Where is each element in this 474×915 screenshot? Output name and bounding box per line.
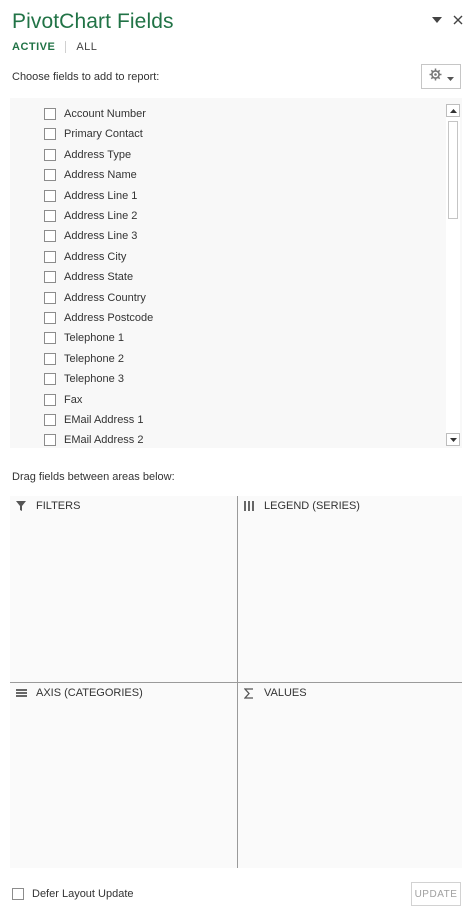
axis-area[interactable]: AXIS (CATEGORIES)	[10, 683, 237, 868]
pane-title: PivotChart Fields	[12, 10, 174, 33]
field-label: EMail Address 1	[64, 414, 144, 426]
field-checkbox[interactable]	[44, 352, 56, 365]
field-checkbox[interactable]	[44, 393, 56, 406]
scrollbar-thumb[interactable]	[448, 121, 458, 219]
field-item-address-line-2[interactable]: Address Line 2	[44, 207, 137, 225]
pivotchart-fields-pane: PivotChart Fields ACTIVE ALL Choose fiel…	[0, 0, 474, 915]
field-item-fax[interactable]: Fax	[44, 391, 82, 409]
filter-icon	[16, 501, 30, 511]
field-item-address-type[interactable]: Address Type	[44, 146, 131, 164]
defer-layout-checkbox[interactable]	[12, 888, 24, 900]
tab-all[interactable]: ALL	[65, 41, 97, 53]
scroll-up-button[interactable]	[446, 104, 460, 117]
values-area[interactable]: VALUES	[238, 683, 462, 868]
field-label: Address State	[64, 271, 134, 284]
field-item-address-postcode[interactable]: Address Postcode	[44, 309, 153, 327]
field-checkbox[interactable]	[44, 169, 56, 182]
field-label: Account Number	[64, 108, 146, 120]
field-item-address-state[interactable]: Address State	[44, 268, 133, 286]
field-item-email-address-1[interactable]: EMail Address 1	[44, 411, 143, 429]
field-checkbox[interactable]	[44, 373, 56, 386]
field-label: Address Line 3	[64, 230, 138, 243]
tab-bar: ACTIVE ALL	[12, 41, 97, 53]
defer-layout-label: Defer Layout Update	[32, 888, 134, 900]
axis-area-header: AXIS (CATEGORIES)	[16, 687, 143, 699]
field-list-scrollbar[interactable]	[446, 104, 460, 446]
field-item-telephone-2[interactable]: Telephone 2	[44, 350, 124, 368]
field-item-address-line-1[interactable]: Address Line 1	[44, 187, 137, 205]
field-checkbox[interactable]	[44, 434, 56, 447]
legend-area-label: LEGEND (SERIES)	[264, 500, 360, 512]
field-checkbox[interactable]	[44, 271, 56, 284]
field-checkbox[interactable]	[44, 210, 56, 222]
scroll-down-button[interactable]	[446, 433, 460, 446]
field-checkbox[interactable]	[44, 189, 56, 202]
tab-active[interactable]: ACTIVE	[12, 41, 55, 53]
rows-icon	[16, 689, 30, 697]
field-item-primary-contact[interactable]: Primary Contact	[44, 125, 143, 143]
header-controls	[432, 14, 464, 26]
field-item-telephone-3[interactable]: Telephone 3	[44, 370, 124, 388]
field-checkbox[interactable]	[44, 332, 56, 345]
choose-fields-label: Choose fields to add to report:	[12, 71, 160, 83]
sigma-icon	[244, 687, 258, 699]
close-icon[interactable]	[452, 14, 464, 26]
field-item-address-name[interactable]: Address Name	[44, 166, 137, 184]
field-item-address-country[interactable]: Address Country	[44, 289, 146, 307]
scrollbar-track[interactable]	[448, 119, 458, 431]
field-label: Address Postcode	[64, 312, 154, 324]
area-divider-horizontal	[10, 682, 462, 683]
field-label: Address Line 2	[64, 210, 138, 222]
columns-icon	[244, 501, 258, 511]
field-label: Address Type	[64, 148, 132, 161]
field-item-account-number[interactable]: Account Number	[44, 105, 146, 123]
field-label: Address Line 1	[64, 189, 138, 202]
field-label: Telephone 2	[64, 352, 124, 365]
legend-area-header: LEGEND (SERIES)	[244, 500, 360, 512]
field-label: Address City	[64, 250, 127, 263]
filters-area[interactable]: FILTERS	[10, 496, 237, 682]
field-checkbox[interactable]	[44, 108, 56, 120]
tools-button[interactable]	[421, 64, 461, 89]
field-label: EMail Address 2	[64, 434, 144, 447]
field-item-address-line-3[interactable]: Address Line 3	[44, 227, 137, 245]
field-checkbox[interactable]	[44, 128, 56, 141]
chevron-down-icon[interactable]	[432, 15, 442, 25]
values-area-label: VALUES	[264, 687, 307, 699]
field-checkbox[interactable]	[44, 148, 56, 161]
field-checkbox[interactable]	[44, 312, 56, 324]
field-item-email-address-2[interactable]: EMail Address 2	[44, 431, 143, 448]
field-label: Fax	[64, 393, 83, 406]
field-checkbox[interactable]	[44, 291, 56, 304]
field-list: Account Number Primary Contact Address T…	[10, 98, 462, 448]
filters-area-header: FILTERS	[16, 500, 80, 512]
field-label: Address Name	[64, 169, 137, 182]
update-button[interactable]: UPDATE	[411, 882, 461, 906]
field-checkbox[interactable]	[44, 230, 56, 243]
field-label: Address Country	[64, 291, 146, 304]
drag-fields-label: Drag fields between areas below:	[12, 471, 175, 483]
pivot-areas: FILTERS LEGEND (SERIES) AXIS (CATEGORIES…	[10, 496, 462, 868]
gear-icon	[429, 68, 442, 86]
field-label: Telephone 1	[64, 332, 124, 345]
field-checkbox[interactable]	[44, 414, 56, 426]
field-checkbox[interactable]	[44, 250, 56, 263]
defer-layout-update[interactable]: Defer Layout Update	[12, 888, 134, 900]
field-label: Telephone 3	[64, 373, 124, 386]
legend-area[interactable]: LEGEND (SERIES)	[238, 496, 462, 682]
chevron-down-icon	[446, 68, 454, 86]
axis-area-label: AXIS (CATEGORIES)	[36, 687, 143, 699]
values-area-header: VALUES	[244, 687, 307, 699]
field-label: Primary Contact	[64, 128, 143, 141]
field-item-telephone-1[interactable]: Telephone 1	[44, 329, 124, 347]
field-item-address-city[interactable]: Address City	[44, 248, 126, 266]
filters-area-label: FILTERS	[36, 500, 81, 512]
